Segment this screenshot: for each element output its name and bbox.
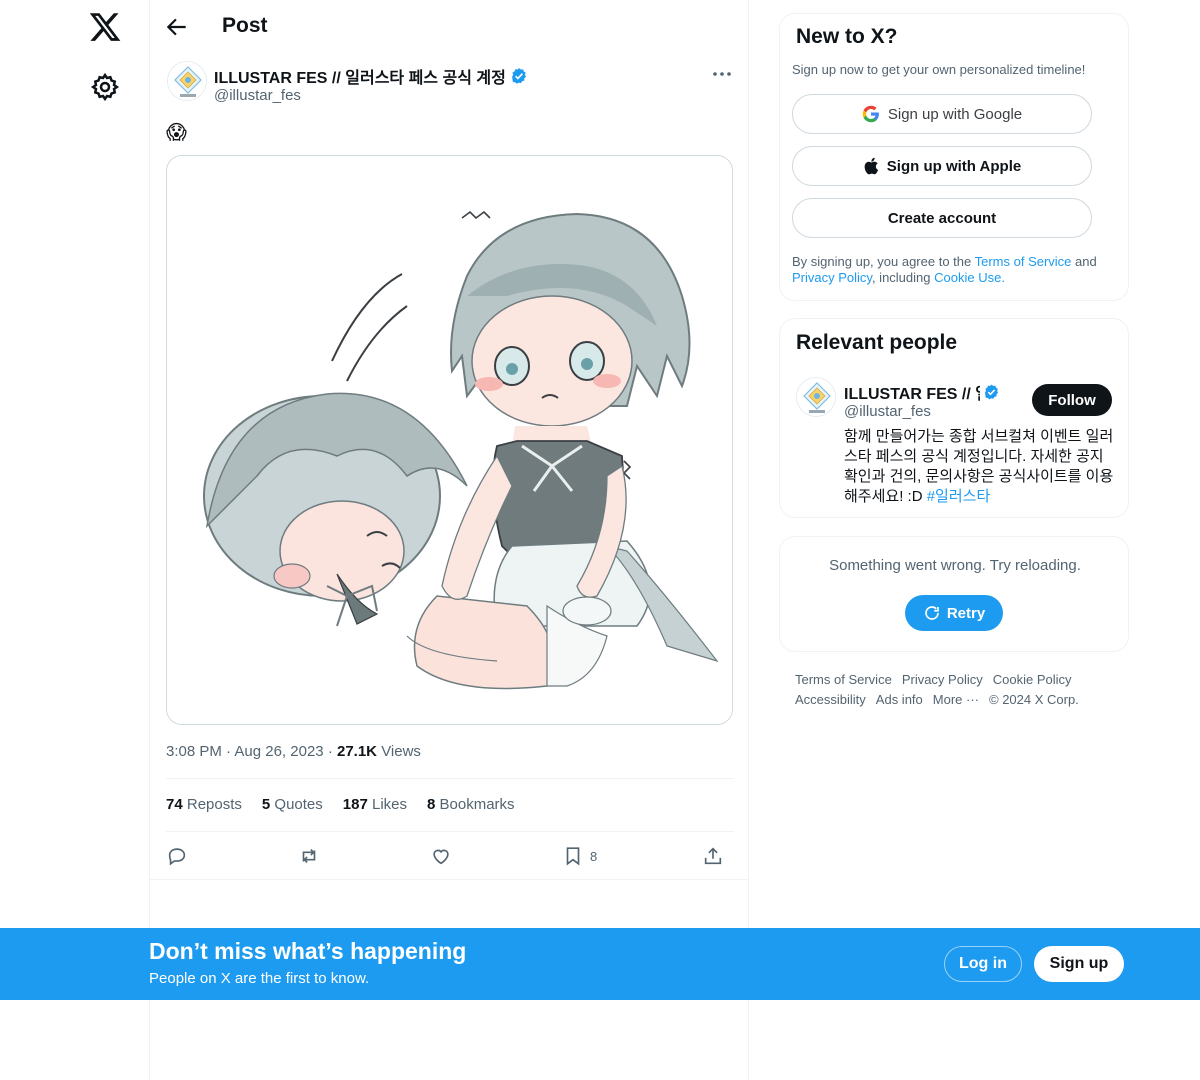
- footer-cookie-link[interactable]: Cookie Policy: [993, 672, 1072, 687]
- post-time[interactable]: 3:08 PM: [166, 743, 222, 760]
- signup-apple-button[interactable]: Sign up with Apple: [792, 146, 1092, 186]
- new-to-x-title: New to X?: [796, 25, 898, 48]
- reply-icon: [168, 848, 186, 866]
- person-avatar[interactable]: [796, 377, 836, 417]
- terms-text: and: [1071, 254, 1097, 269]
- post-image[interactable]: [166, 155, 733, 725]
- gear-icon[interactable]: [90, 72, 120, 102]
- page-title: Post: [222, 14, 268, 37]
- author-handle[interactable]: @illustar_fes: [214, 87, 301, 104]
- retry-label: Retry: [946, 604, 986, 622]
- relevant-people-card: Relevant people ILLUSTAR FES // 일러스타 페스 …: [779, 318, 1129, 518]
- new-to-x-subtitle: Sign up now to get your own personalized…: [792, 62, 1086, 77]
- terms-text: , including: [871, 270, 935, 285]
- person-name[interactable]: ILLUSTAR FES // 일러스타 페스 공식 계정: [844, 380, 1000, 404]
- divider: [166, 831, 734, 832]
- person-handle[interactable]: @illustar_fes: [844, 403, 931, 420]
- retry-button[interactable]: Retry: [905, 595, 1003, 631]
- person-name-text: ILLUSTAR FES // 일러스타 페스 공식 계정: [844, 386, 980, 403]
- hashtag-link[interactable]: #일러스타: [927, 488, 991, 505]
- bookmark-icon: [566, 847, 580, 866]
- create-account-button[interactable]: Create account: [792, 198, 1092, 238]
- create-account-label: Create account: [887, 209, 997, 227]
- left-nav: [0, 0, 149, 1080]
- meta-separator: ·: [327, 743, 337, 760]
- terms-text: By signing up, you agree to the: [792, 254, 975, 269]
- signup-apple-label: Sign up with Apple: [886, 157, 1022, 175]
- verified-badge-icon: [984, 384, 999, 400]
- cookie-use-link[interactable]: Cookie Use: [934, 270, 1001, 285]
- post-stats: 74 Reposts 5 Quotes 187 Likes 8 Bookmark…: [166, 796, 515, 813]
- verified-badge-icon: [511, 68, 526, 84]
- repost-icon: [302, 848, 316, 864]
- like-button[interactable]: [430, 845, 462, 867]
- footer-accessibility-link[interactable]: Accessibility: [795, 692, 866, 707]
- terms-of-service-link[interactable]: Terms of Service: [975, 254, 1072, 269]
- relevant-people-title: Relevant people: [796, 331, 958, 354]
- banner-subtitle: People on X are the first to know.: [149, 970, 370, 987]
- post-actions: 8: [166, 840, 734, 872]
- signup-banner: Don’t miss what’s happening People on X …: [0, 928, 1200, 1000]
- likes-stat[interactable]: 187 Likes: [343, 796, 407, 813]
- author-name[interactable]: ILLUSTAR FES // 일러스타 페스 공식 계정: [214, 64, 528, 88]
- apple-icon: [864, 157, 878, 175]
- post-text: 😱: [166, 122, 187, 144]
- bookmark-button[interactable]: 8: [562, 845, 602, 867]
- main-column: Post ILLUSTAR FES // 일러스타 페스 공식 계정 @illu…: [149, 0, 749, 1080]
- signup-terms: By signing up, you agree to the Terms of…: [792, 254, 1114, 286]
- signup-google-button[interactable]: Sign up with Google: [792, 94, 1092, 134]
- footer-privacy-link[interactable]: Privacy Policy: [902, 672, 983, 687]
- refresh-icon: [925, 606, 939, 620]
- footer-links: Terms of Service Privacy Policy Cookie Pol…: [795, 670, 1115, 710]
- bookmark-action-count: 8: [590, 848, 598, 864]
- more-options-icon[interactable]: [710, 64, 734, 84]
- post-meta: 3:08 PM · Aug 26, 2023 · 27.1K Views: [166, 743, 421, 760]
- new-to-x-card: New to X? Sign up now to get your own pe…: [779, 13, 1129, 301]
- x-logo-icon[interactable]: [88, 10, 122, 44]
- post-date[interactable]: Aug 26, 2023: [234, 743, 323, 760]
- views-label: Views: [381, 743, 421, 760]
- privacy-policy-link[interactable]: Privacy Policy: [792, 270, 872, 285]
- banner-title: Don’t miss what’s happening: [149, 938, 467, 964]
- divider: [150, 879, 748, 880]
- author-avatar[interactable]: [167, 61, 207, 101]
- arrow-left-icon[interactable]: [164, 14, 190, 40]
- views-count: 27.1K: [336, 743, 378, 760]
- terms-text: .: [1001, 270, 1005, 285]
- footer-terms-link[interactable]: Terms of Service: [795, 672, 892, 687]
- login-button[interactable]: Log in: [944, 946, 1022, 982]
- signup-button[interactable]: Sign up: [1034, 946, 1124, 982]
- google-icon: [862, 105, 879, 123]
- repost-button[interactable]: [298, 845, 330, 867]
- share-button[interactable]: [702, 845, 734, 867]
- signup-google-label: Sign up with Google: [887, 105, 1023, 123]
- divider: [166, 778, 734, 779]
- reply-button[interactable]: [166, 845, 198, 867]
- follow-button[interactable]: Follow: [1032, 384, 1112, 416]
- bookmarks-stat[interactable]: 8 Bookmarks: [427, 796, 515, 813]
- footer-copyright: © 2024 X Corp.: [989, 692, 1079, 707]
- person-bio: 함께 만들어가는 종합 서브컬쳐 이벤트 일러스타 페스의 공식 계정입니다. …: [844, 427, 1114, 507]
- share-icon: [704, 847, 722, 865]
- reposts-stat[interactable]: 74 Reposts: [166, 796, 242, 813]
- post-header: Post: [150, 0, 750, 54]
- footer-more-link[interactable]: More ···: [933, 692, 979, 707]
- error-card: Something went wrong. Try reloading. Ret…: [779, 536, 1129, 652]
- footer-ads-link[interactable]: Ads info: [876, 692, 923, 707]
- heart-icon: [433, 849, 449, 865]
- error-message: Something went wrong. Try reloading.: [829, 557, 1081, 574]
- quotes-stat[interactable]: 5 Quotes: [262, 796, 323, 813]
- author-name-text: ILLUSTAR FES // 일러스타 페스 공식 계정: [214, 70, 506, 87]
